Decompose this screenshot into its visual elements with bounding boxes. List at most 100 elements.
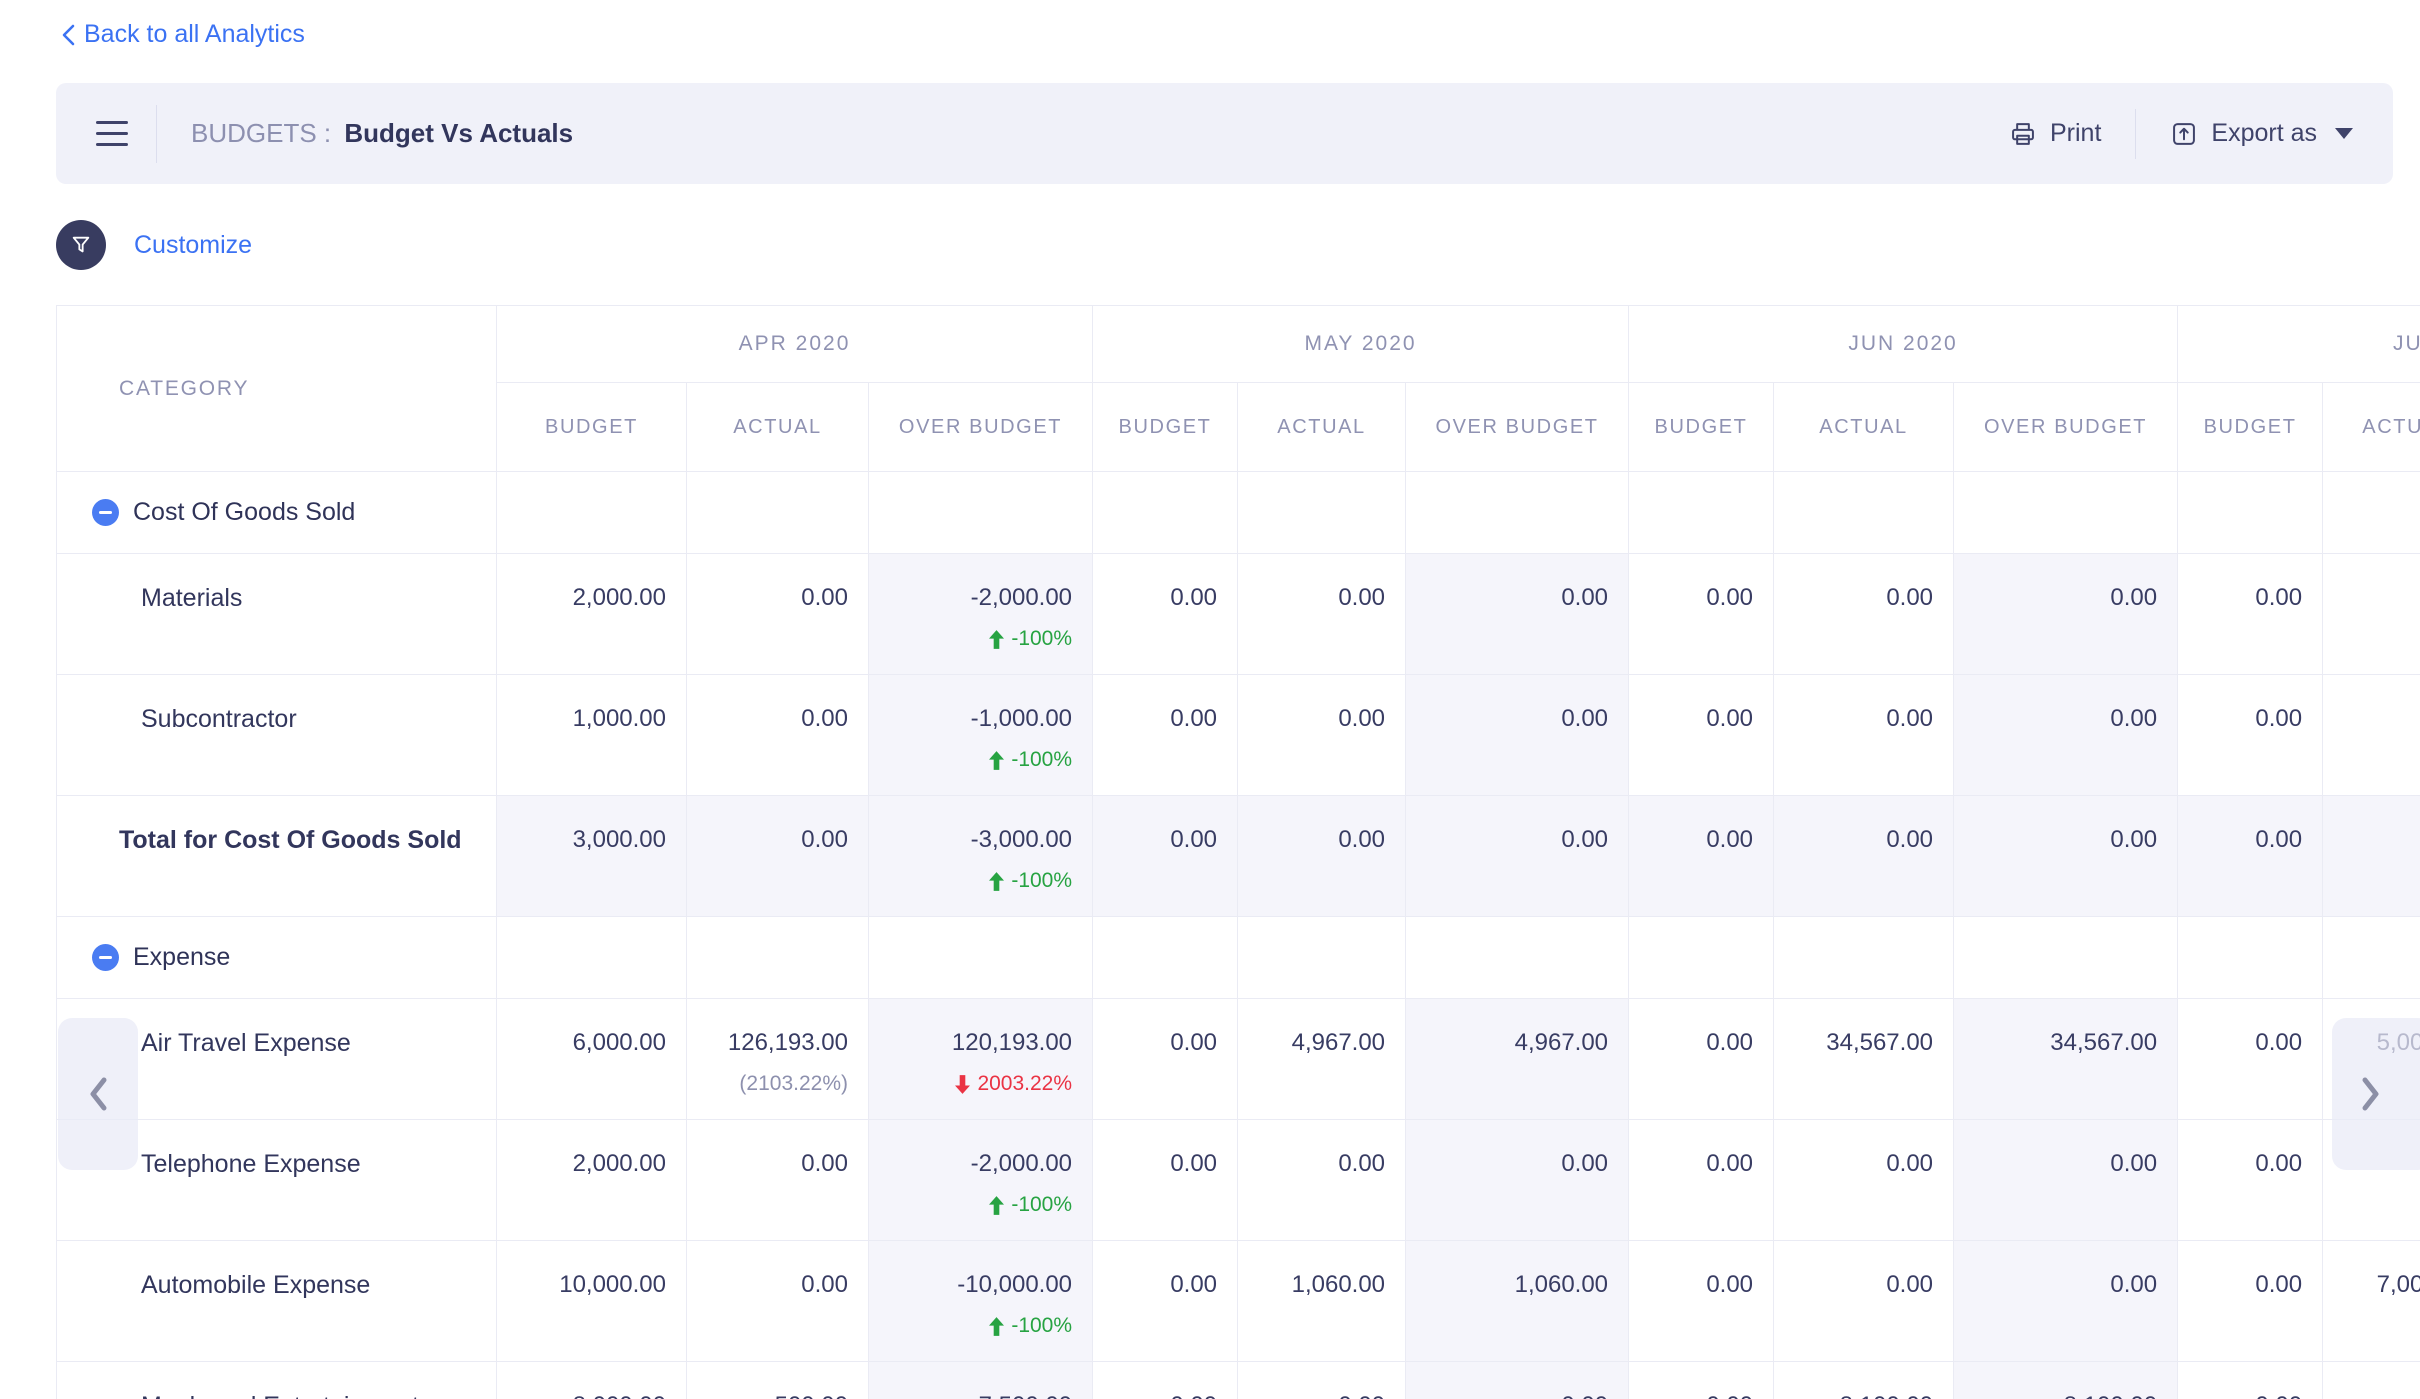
table-cell (869, 472, 1093, 554)
table-cell (497, 472, 687, 554)
table-cell: 0.00 (1954, 1241, 2178, 1362)
table-cell (2178, 472, 2323, 554)
filter-button[interactable] (56, 220, 106, 270)
table-cell: 4,967.00 (1406, 999, 1629, 1120)
cell-value: 3,000.00 (573, 826, 666, 853)
table-cell (1093, 917, 1238, 999)
table-row: Cost Of Goods Sold (57, 472, 2420, 554)
print-button[interactable]: Print (2009, 119, 2101, 148)
table-cell: -10,000.00 -100% (869, 1241, 1093, 1362)
table-cell: 10,000.00 (497, 1241, 687, 1362)
scroll-left-button[interactable] (58, 1018, 138, 1170)
table-cell: 6,000.00 (497, 999, 687, 1120)
menu-icon[interactable] (96, 121, 128, 146)
cell-value: 500.00 (775, 1392, 848, 1399)
cell-value: 0.00 (2110, 1150, 2157, 1177)
table-cell (1406, 472, 1629, 554)
table-cell (1774, 472, 1954, 554)
cell-value: 0.00 (1706, 1392, 1753, 1399)
table-cell: 0.00 (1093, 796, 1238, 917)
table-cell: -3,000.00 -100% (869, 796, 1093, 917)
table-cell: 0.00 (1629, 554, 1774, 675)
breadcrumb: BUDGETS : (191, 118, 331, 148)
section-header-cell: Expense (57, 917, 497, 999)
table-cell: 8,100.00 (1954, 1362, 2178, 1399)
cell-value: 0.00 (1170, 826, 1217, 853)
table-cell: 0.00 (1238, 796, 1406, 917)
cell-percentage: -100% (877, 627, 1072, 651)
table-cell (1954, 917, 2178, 999)
table-cell: 120,193.00 2003.22% (869, 999, 1093, 1120)
cell-value: 0.00 (1170, 1271, 1217, 1298)
month-header: JUL 2020 (2178, 306, 2420, 383)
table-cell: 34,567.00 (1774, 999, 1954, 1120)
table-cell: 0.00 (1093, 999, 1238, 1120)
subcolumn-header: ACTUAL (687, 383, 869, 472)
table-cell: 0.00 (2178, 1120, 2323, 1241)
arrow-up-icon (989, 630, 1004, 649)
cell-value: 120,193.00 (952, 1029, 1072, 1056)
month-header: MAY 2020 (1093, 306, 1629, 383)
collapse-icon[interactable] (92, 499, 119, 526)
customize-row: Customize (56, 220, 252, 270)
cell-percentage: 2003.22% (877, 1072, 1072, 1096)
cell-value: 34,567.00 (1826, 1029, 1933, 1056)
cell-value: 0.00 (1706, 584, 1753, 611)
subcolumn-header: BUDGET (497, 383, 687, 472)
cell-value: 0.00 (1706, 1029, 1753, 1056)
table-cell: 0.00 (1238, 554, 1406, 675)
table-cell: 0.00 (2178, 796, 2323, 917)
customize-link[interactable]: Customize (134, 231, 252, 260)
divider (2135, 109, 2136, 159)
cell-value: 4,967.00 (1292, 1029, 1385, 1056)
cell-value: 1,060.00 (1515, 1271, 1608, 1298)
table-cell: 0.00 (2323, 796, 2420, 917)
cell-value: 0.00 (1886, 584, 1933, 611)
table-cell: 0.00 (1093, 1362, 1238, 1399)
section-label: Expense (133, 943, 230, 972)
arrow-up-icon (989, 872, 1004, 891)
cell-value: 8,000.00 (573, 1392, 666, 1399)
table-cell: 0.00 (1629, 1120, 1774, 1241)
table-cell: 0.00 (2178, 554, 2323, 675)
export-label: Export as (2211, 119, 2317, 148)
table-cell: 0.00 (687, 554, 869, 675)
row-label: Materials (57, 554, 497, 675)
cell-percentage: -100% (877, 1314, 1072, 1338)
export-as-button[interactable]: Export as (2170, 119, 2393, 148)
table-cell (2323, 917, 2420, 999)
table-cell: 0.00 (687, 675, 869, 796)
table-cell: 0.00 (687, 1120, 869, 1241)
table-cell: 0.00 (1774, 796, 1954, 917)
cell-value: 0.00 (1561, 584, 1608, 611)
cell-value: 4,967.00 (1515, 1029, 1608, 1056)
table-cell: 0.00 (1774, 1241, 1954, 1362)
cell-value: 0.00 (2255, 1392, 2302, 1399)
cell-value: 0.00 (2255, 826, 2302, 853)
printer-icon (2009, 120, 2037, 148)
cell-value: -3,000.00 (971, 826, 1072, 853)
cell-percentage: (2103.22%) (695, 1072, 848, 1096)
budget-vs-actuals-table: CATEGORY APR 2020MAY 2020JUN 2020JUL 202… (56, 305, 2420, 1399)
cell-value: 0.00 (2255, 1029, 2302, 1056)
table-cell: 0.00 (1954, 554, 2178, 675)
cell-percentage: -100% (877, 869, 1072, 893)
table-cell (1238, 917, 1406, 999)
cell-value: 7,000.00 (2377, 1271, 2420, 1298)
table-cell: 7,000.00 (2323, 1241, 2420, 1362)
month-header: APR 2020 (497, 306, 1093, 383)
back-link[interactable]: Back to all Analytics (60, 20, 305, 49)
table-row: Subcontractor1,000.000.00-1,000.00-100%0… (57, 675, 2420, 796)
table-cell: 1,060.00 (1406, 1241, 1629, 1362)
cell-value: 0.00 (2255, 584, 2302, 611)
table-cell: 0.00 (2323, 554, 2420, 675)
cell-value: -10,000.00 (957, 1271, 1072, 1298)
cell-value: 126,193.00 (728, 1029, 848, 1056)
table-cell: 2,000.00 (497, 554, 687, 675)
table-cell (869, 917, 1093, 999)
collapse-icon[interactable] (92, 944, 119, 971)
table-cell: 8,000.00 (497, 1362, 687, 1399)
table-cell (687, 917, 869, 999)
table-cell (1954, 472, 2178, 554)
scroll-right-button[interactable] (2332, 1018, 2420, 1170)
